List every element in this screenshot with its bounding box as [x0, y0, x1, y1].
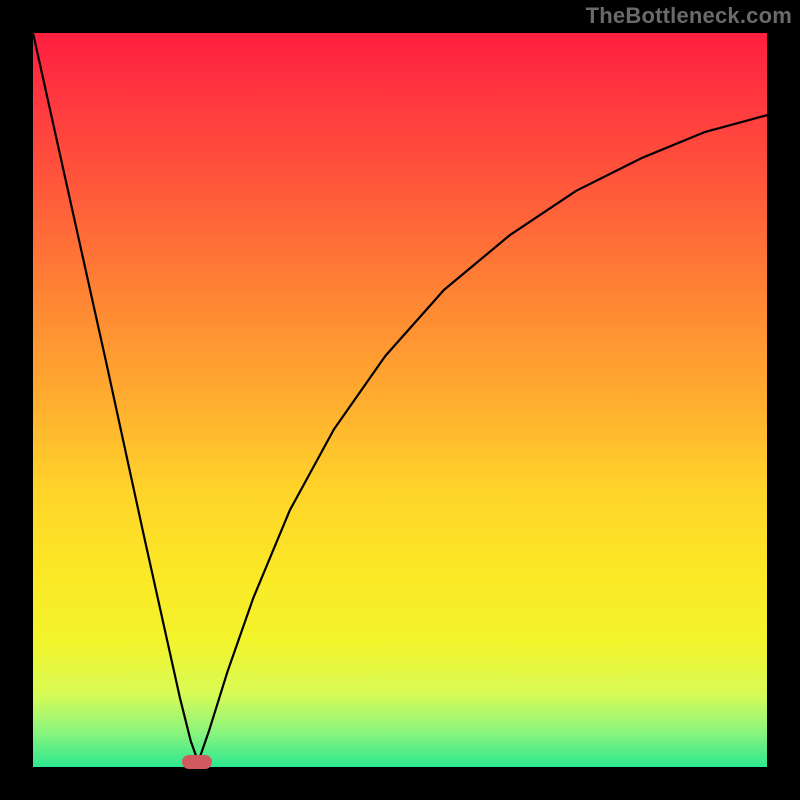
minimum-marker — [182, 755, 212, 769]
plot-area — [33, 33, 767, 767]
chart-frame: TheBottleneck.com — [0, 0, 800, 800]
watermark-text: TheBottleneck.com — [586, 3, 792, 29]
